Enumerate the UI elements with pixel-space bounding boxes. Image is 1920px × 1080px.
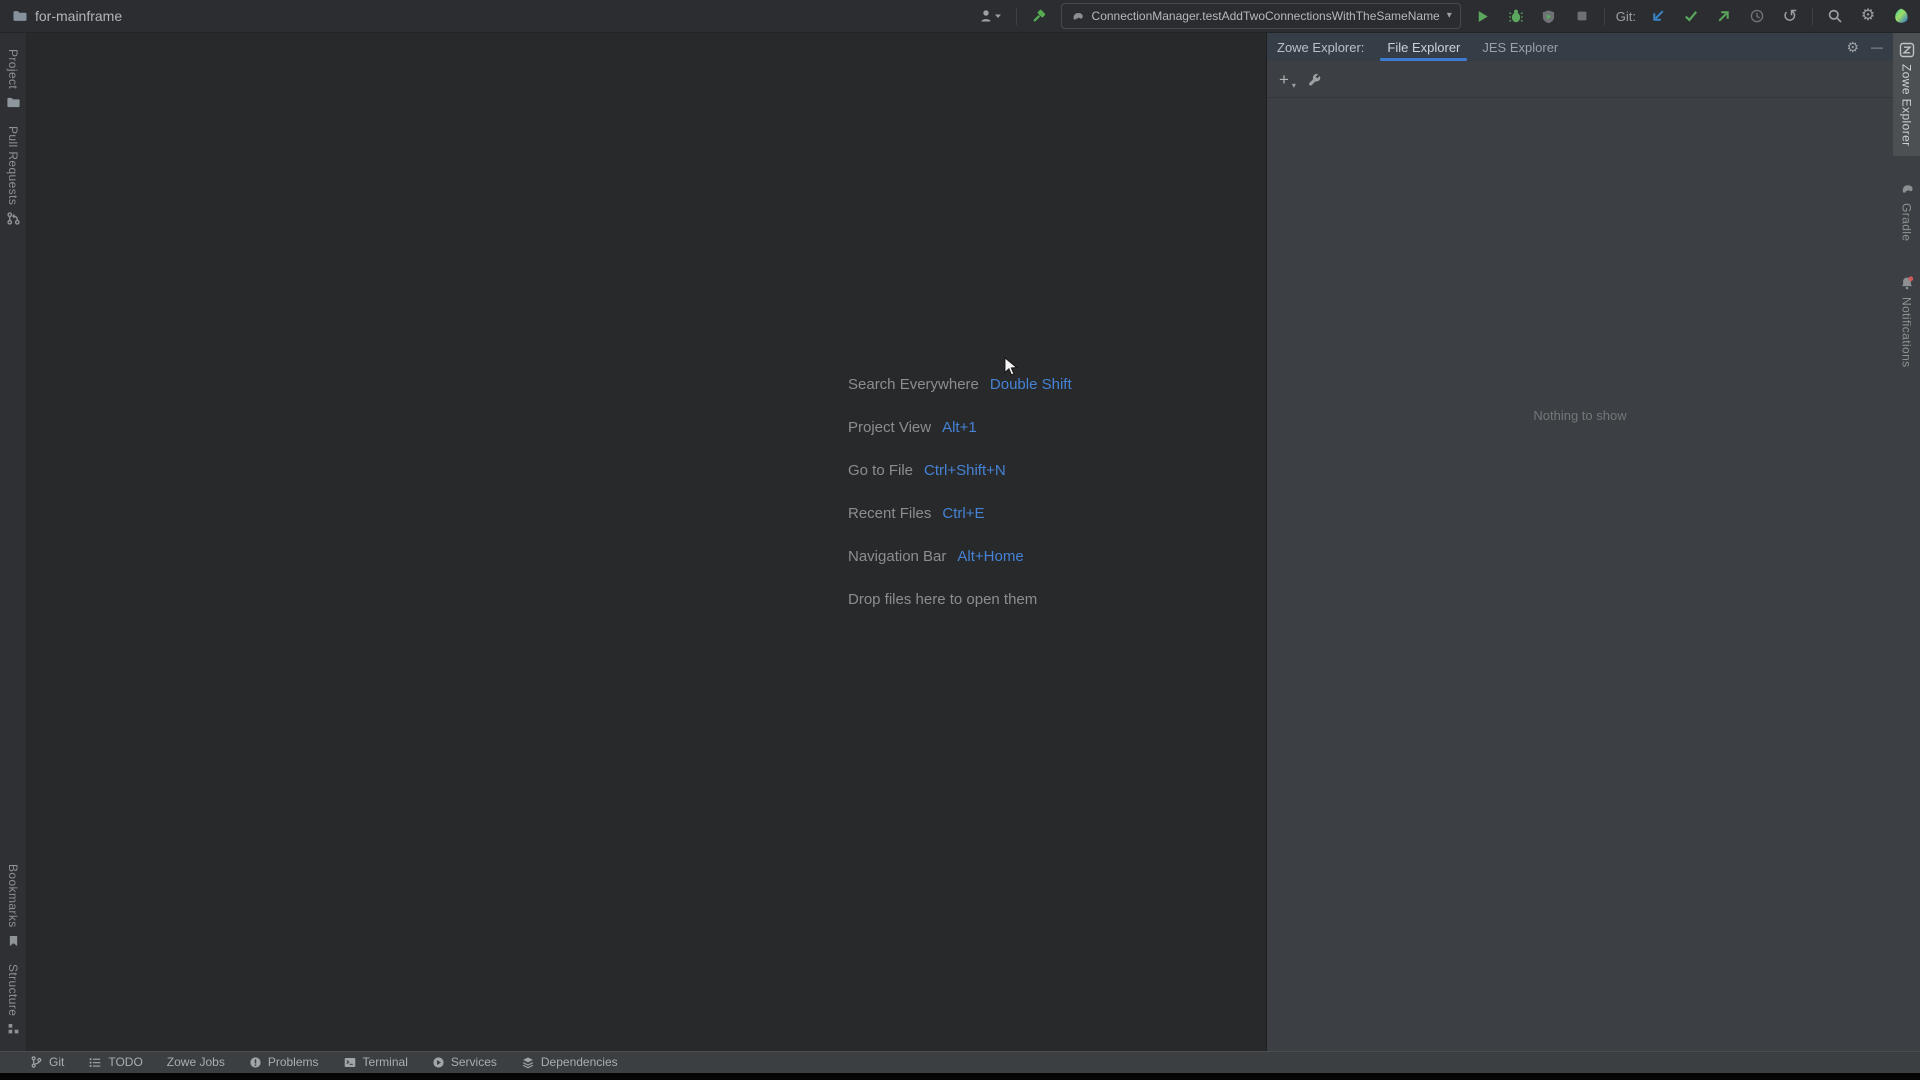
run-button[interactable] bbox=[1472, 5, 1494, 27]
right-tool-stripe: Zowe Explorer Gradle Notifications bbox=[1893, 33, 1920, 1051]
toolbar-separator bbox=[1603, 7, 1605, 25]
statusbar-zowe-jobs-button[interactable]: Zowe Jobs bbox=[167, 1055, 225, 1069]
stripe-label: Project bbox=[6, 49, 20, 90]
shortcut-keys: Ctrl+E bbox=[942, 505, 985, 522]
chevron-down-icon: ▾ bbox=[1291, 80, 1296, 90]
left-tool-stripe: Project Pull Requests Bookmarks Structur… bbox=[0, 33, 27, 1051]
statusbar-label: TODO bbox=[108, 1055, 143, 1069]
chevron-down-icon: ▾ bbox=[1446, 10, 1452, 21]
stripe-label: Structure bbox=[6, 963, 20, 1016]
stripe-button-notifications[interactable]: Notifications bbox=[1893, 266, 1920, 377]
statusbar-label: Terminal bbox=[362, 1055, 408, 1069]
bookmark-icon bbox=[7, 934, 20, 948]
run-with-coverage-button[interactable] bbox=[1538, 5, 1560, 27]
shortcut-keys: Alt+Home bbox=[957, 548, 1024, 565]
stop-button bbox=[1571, 5, 1593, 27]
stripe-label: Gradle bbox=[1899, 202, 1914, 241]
folder-icon bbox=[6, 95, 21, 110]
gradle-elephant-icon bbox=[1899, 181, 1915, 197]
main-toolbar: for-mainframe ConnectionManager.testAddT… bbox=[0, 0, 1920, 33]
space-plugin-icon[interactable] bbox=[1890, 5, 1912, 27]
toolbar-separator bbox=[1015, 7, 1017, 25]
shortcut-row: Go to File Ctrl+Shift+N bbox=[848, 462, 1072, 481]
tool-window-gear-icon[interactable]: ⚙ bbox=[1846, 40, 1859, 54]
stripe-button-structure[interactable]: Structure bbox=[6, 964, 20, 1035]
structure-icon bbox=[7, 1022, 20, 1035]
tool-window-header: Zowe Explorer: File Explorer JES Explore… bbox=[1267, 33, 1893, 61]
shortcut-row: Search Everywhere Double Shift bbox=[848, 376, 1072, 395]
shortcut-keys: Double Shift bbox=[989, 376, 1072, 393]
shortcut-action: Navigation Bar bbox=[848, 548, 947, 565]
statusbar-label: Services bbox=[450, 1055, 497, 1069]
shortcut-action: Project View bbox=[848, 419, 932, 436]
shortcut-row: Navigation Bar Alt+Home bbox=[848, 548, 1072, 567]
project-folder-icon bbox=[12, 8, 28, 24]
zowe-explorer-tool-window: Zowe Explorer: File Explorer JES Explore… bbox=[1266, 33, 1893, 1051]
statusbar-services-button[interactable]: Services bbox=[432, 1055, 497, 1069]
shortcut-action: Go to File bbox=[848, 462, 914, 479]
build-hammer-icon[interactable] bbox=[1028, 5, 1050, 27]
toolbar-separator bbox=[1812, 7, 1813, 25]
tab-file-explorer[interactable]: File Explorer bbox=[1376, 33, 1471, 61]
stripe-label: Zowe Explorer bbox=[1899, 64, 1914, 147]
project-name: for-mainframe bbox=[35, 8, 123, 24]
search-icon[interactable] bbox=[1824, 5, 1846, 27]
settings-gear-icon[interactable]: ⚙ bbox=[1857, 5, 1879, 27]
rollback-icon[interactable]: ↺ bbox=[1779, 5, 1801, 27]
git-commit-button[interactable] bbox=[1680, 5, 1702, 27]
stripe-button-bookmarks[interactable]: Bookmarks bbox=[6, 864, 20, 948]
window-bottom-edge bbox=[0, 1073, 1920, 1080]
stripe-label: Pull Requests bbox=[6, 126, 20, 206]
statusbar-label: Dependencies bbox=[540, 1055, 618, 1069]
empty-state-text: Nothing to show bbox=[1533, 408, 1627, 423]
editor-shortcuts-hint: Search Everywhere Double Shift Project V… bbox=[848, 376, 1072, 634]
add-connection-button[interactable]: + ▾ bbox=[1279, 71, 1296, 90]
shortcut-action: Search Everywhere bbox=[848, 376, 979, 393]
shortcut-keys: Ctrl+Shift+N bbox=[924, 462, 1006, 479]
stripe-button-project[interactable]: Project bbox=[6, 49, 21, 110]
drop-files-hint: Drop files here to open them bbox=[848, 591, 1038, 608]
debug-button[interactable] bbox=[1505, 5, 1527, 27]
editor-area[interactable] bbox=[27, 33, 1266, 1051]
gradle-task-icon bbox=[1070, 9, 1085, 24]
statusbar-label: Git bbox=[49, 1055, 65, 1069]
notification-bell-icon bbox=[1899, 275, 1915, 291]
statusbar-dependencies-button[interactable]: Dependencies bbox=[521, 1055, 618, 1069]
status-bar: Git TODO Zowe Jobs Problems Terminal Ser… bbox=[0, 1051, 1920, 1073]
stripe-button-gradle[interactable]: Gradle bbox=[1893, 172, 1920, 250]
history-clock-icon bbox=[1746, 5, 1768, 27]
settings-wrench-icon[interactable] bbox=[1307, 72, 1322, 87]
minimize-icon[interactable]: — bbox=[1871, 41, 1883, 53]
stripe-button-zowe-explorer[interactable]: Zowe Explorer bbox=[1893, 33, 1920, 156]
stripe-button-pull-requests[interactable]: Pull Requests bbox=[6, 126, 21, 226]
ide-window: for-mainframe ConnectionManager.testAddT… bbox=[0, 0, 1920, 1080]
statusbar-problems-button[interactable]: Problems bbox=[249, 1055, 319, 1069]
statusbar-label: Zowe Jobs bbox=[166, 1055, 225, 1069]
shortcut-row: Project View Alt+1 bbox=[848, 419, 1072, 438]
shortcut-row: Recent Files Ctrl+E bbox=[848, 505, 1072, 524]
tab-jes-explorer[interactable]: JES Explorer bbox=[1471, 33, 1569, 61]
run-configuration-select[interactable]: ConnectionManager.testAddTwoConnectionsW… bbox=[1060, 3, 1461, 29]
tool-window-title: Zowe Explorer: bbox=[1277, 39, 1365, 55]
git-update-button[interactable] bbox=[1647, 5, 1669, 27]
statusbar-git-button[interactable]: Git bbox=[30, 1055, 64, 1069]
tool-window-toolbar: + ▾ bbox=[1267, 61, 1893, 98]
shortcut-keys: Alt+1 bbox=[942, 419, 977, 436]
pull-request-icon bbox=[6, 211, 21, 226]
stripe-label: Notifications bbox=[1899, 296, 1914, 368]
git-section-label: Git: bbox=[1615, 8, 1636, 24]
mouse-cursor bbox=[1003, 357, 1021, 377]
statusbar-label: Problems bbox=[267, 1055, 319, 1069]
statusbar-terminal-button[interactable]: Terminal bbox=[343, 1055, 408, 1069]
run-configuration-name: ConnectionManager.testAddTwoConnectionsW… bbox=[1091, 9, 1440, 23]
statusbar-todo-button[interactable]: TODO bbox=[88, 1055, 143, 1069]
user-accounts-icon[interactable] bbox=[975, 5, 1005, 27]
zowe-icon bbox=[1899, 42, 1915, 58]
stripe-label: Bookmarks bbox=[6, 864, 20, 928]
shortcut-action: Recent Files bbox=[848, 505, 932, 522]
git-push-button[interactable] bbox=[1713, 5, 1735, 27]
